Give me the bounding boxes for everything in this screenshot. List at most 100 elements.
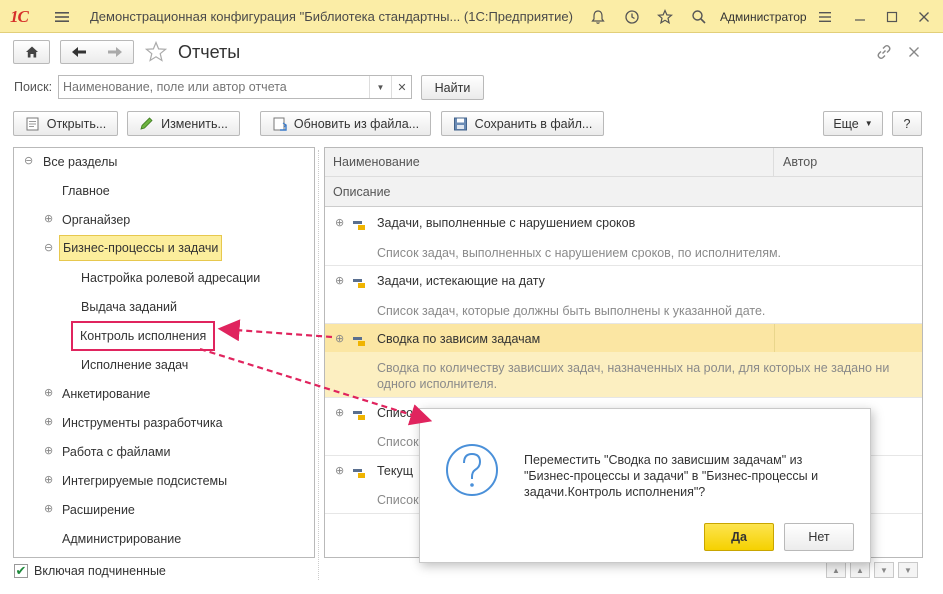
close-icon[interactable] xyxy=(918,0,930,33)
report-icon xyxy=(353,469,365,478)
question-icon xyxy=(446,444,498,496)
tree-item-all-sections[interactable]: Все разделы xyxy=(43,151,117,173)
tree-item-business-processes[interactable]: Бизнес-процессы и задачи xyxy=(59,235,223,261)
sections-tree[interactable]: ⊖ Все разделы Главное ⊕ Органайзер ⊖ Биз… xyxy=(13,147,315,558)
open-label: Открыть... xyxy=(46,116,107,131)
find-button[interactable]: Найти xyxy=(421,75,484,100)
tree-item-files[interactable]: Работа с файлами xyxy=(62,441,170,463)
save-to-file-button[interactable]: Сохранить в файл... xyxy=(441,111,604,136)
report-description: Сводка по количеству зависших задач, наз… xyxy=(377,361,890,391)
report-name: Текущ xyxy=(377,464,414,478)
scroll-up-icon[interactable]: ▲ xyxy=(850,562,870,578)
tree-item-administration[interactable]: Администрирование xyxy=(62,528,181,550)
report-icon xyxy=(353,411,365,420)
column-header-description[interactable]: Описание xyxy=(325,177,922,207)
expand-icon[interactable]: ⊕ xyxy=(44,212,53,225)
tree-item-extension[interactable]: Расширение xyxy=(62,499,135,521)
update-file-icon xyxy=(273,117,287,131)
expand-icon[interactable]: ⊕ xyxy=(44,502,53,515)
pencil-icon xyxy=(140,116,153,130)
scroll-bottom-icon[interactable]: ▼ xyxy=(898,562,918,578)
no-button[interactable]: Нет xyxy=(784,523,854,551)
search-clear-icon[interactable]: ✕ xyxy=(391,76,412,98)
tree-item-main[interactable]: Главное xyxy=(62,180,110,202)
tree-item-organizer[interactable]: Органайзер xyxy=(62,209,130,231)
include-subordinate-label: Включая подчиненные xyxy=(34,564,166,578)
open-button[interactable]: Открыть... xyxy=(13,111,118,136)
scroll-top-icon[interactable]: ▲ xyxy=(826,562,846,578)
expand-icon[interactable]: ⊕ xyxy=(335,332,344,345)
expand-icon[interactable]: ⊕ xyxy=(44,473,53,486)
collapse-icon[interactable]: ⊖ xyxy=(24,154,33,167)
collapse-icon[interactable]: ⊖ xyxy=(44,241,53,254)
update-from-file-button[interactable]: Обновить из файла... xyxy=(260,111,431,136)
dialog-message: Переместить "Сводка по зависшим задачам"… xyxy=(524,453,819,499)
report-icon xyxy=(353,337,365,346)
user-name[interactable]: Администратор xyxy=(720,0,807,33)
column-header-name[interactable]: Наименование xyxy=(325,148,774,177)
more-button[interactable]: Еще ▼ xyxy=(823,111,883,136)
splitter[interactable] xyxy=(318,150,319,580)
expand-icon[interactable]: ⊕ xyxy=(335,274,344,287)
expand-icon[interactable]: ⊕ xyxy=(335,216,344,229)
tree-item-issuing-tasks[interactable]: Выдача заданий xyxy=(81,296,177,318)
yes-button[interactable]: Да xyxy=(704,523,774,551)
expand-icon[interactable]: ⊕ xyxy=(335,406,344,419)
link-icon[interactable] xyxy=(876,44,892,63)
tree-item-role-addressing[interactable]: Настройка ролевой адресации xyxy=(81,267,260,289)
notifications-icon[interactable] xyxy=(590,0,606,33)
report-description: Список задач, которые должны быть выполн… xyxy=(377,304,766,318)
main-menu-icon[interactable] xyxy=(54,0,70,33)
chevron-down-icon: ▼ xyxy=(864,119,873,128)
report-description: Список задач, выполненных с нарушением с… xyxy=(377,246,782,260)
minimize-icon[interactable] xyxy=(854,0,866,33)
column-header-author[interactable]: Автор xyxy=(774,148,922,177)
move-confirmation-dialog: Переместить "Сводка по зависшим задачам"… xyxy=(419,408,871,563)
table-navigation: ▲ ▲ ▼ ▼ xyxy=(826,562,922,578)
checkmark-icon: ✔ xyxy=(14,563,28,578)
save-disk-icon xyxy=(453,117,467,130)
save-label: Сохранить в файл... xyxy=(474,116,593,131)
tree-item-surveys[interactable]: Анкетирование xyxy=(62,383,150,405)
expand-icon[interactable]: ⊕ xyxy=(335,464,344,477)
report-name: Сводка по зависим задачам xyxy=(377,332,541,346)
expand-icon[interactable]: ⊕ xyxy=(44,444,53,457)
help-button[interactable]: ? xyxy=(892,111,922,136)
favorites-icon[interactable] xyxy=(657,0,673,33)
tree-item-developer-tools[interactable]: Инструменты разработчика xyxy=(62,412,223,434)
update-label: Обновить из файла... xyxy=(293,116,420,131)
title-bar: 1С Демонстрационная конфигурация "Библио… xyxy=(0,0,943,33)
tree-item-integrated-subsystems[interactable]: Интегрируемые подсистемы xyxy=(62,470,227,492)
logo-1c: 1С xyxy=(10,6,29,26)
edit-button[interactable]: Изменить... xyxy=(127,111,240,136)
open-doc-icon xyxy=(26,117,39,130)
report-name: Список xyxy=(377,406,419,420)
settings-menu-icon[interactable] xyxy=(818,0,832,33)
include-subordinate-checkbox[interactable]: ✔ Включая подчиненные xyxy=(14,563,166,578)
search-input[interactable] xyxy=(63,78,363,96)
maximize-icon[interactable] xyxy=(886,0,898,33)
home-button[interactable] xyxy=(13,40,50,64)
scroll-down-icon[interactable]: ▼ xyxy=(874,562,894,578)
search-label: Поиск: xyxy=(14,80,53,94)
search-field: ▼ ✕ xyxy=(58,75,412,99)
home-icon xyxy=(25,46,38,58)
expand-icon[interactable]: ⊕ xyxy=(44,386,53,399)
favorite-star-icon[interactable] xyxy=(144,40,168,66)
close-form-icon[interactable] xyxy=(908,46,920,61)
table-row[interactable]: ⊕ Задачи, выполненные с нарушением сроко… xyxy=(325,208,922,266)
table-row[interactable]: ⊕ Задачи, истекающие на дату Список зада… xyxy=(325,266,922,324)
app-logo[interactable]: 1С xyxy=(10,0,29,33)
tree-item-task-execution[interactable]: Исполнение задач xyxy=(81,354,188,376)
search-icon[interactable] xyxy=(691,0,707,33)
table-row-selected[interactable]: ⊕ Сводка по зависим задачам Сводка по ко… xyxy=(325,324,922,398)
more-label: Еще xyxy=(833,116,859,131)
report-name: Задачи, выполненные с нарушением сроков xyxy=(377,216,636,230)
tree-item-execution-control[interactable]: Контроль исполнения xyxy=(71,321,216,351)
search-dropdown-icon[interactable]: ▼ xyxy=(369,76,391,98)
forward-arrow-icon[interactable] xyxy=(107,46,123,58)
history-icon[interactable] xyxy=(624,0,640,33)
expand-icon[interactable]: ⊕ xyxy=(44,415,53,428)
report-name: Задачи, истекающие на дату xyxy=(377,274,545,288)
back-arrow-icon[interactable] xyxy=(71,46,87,58)
